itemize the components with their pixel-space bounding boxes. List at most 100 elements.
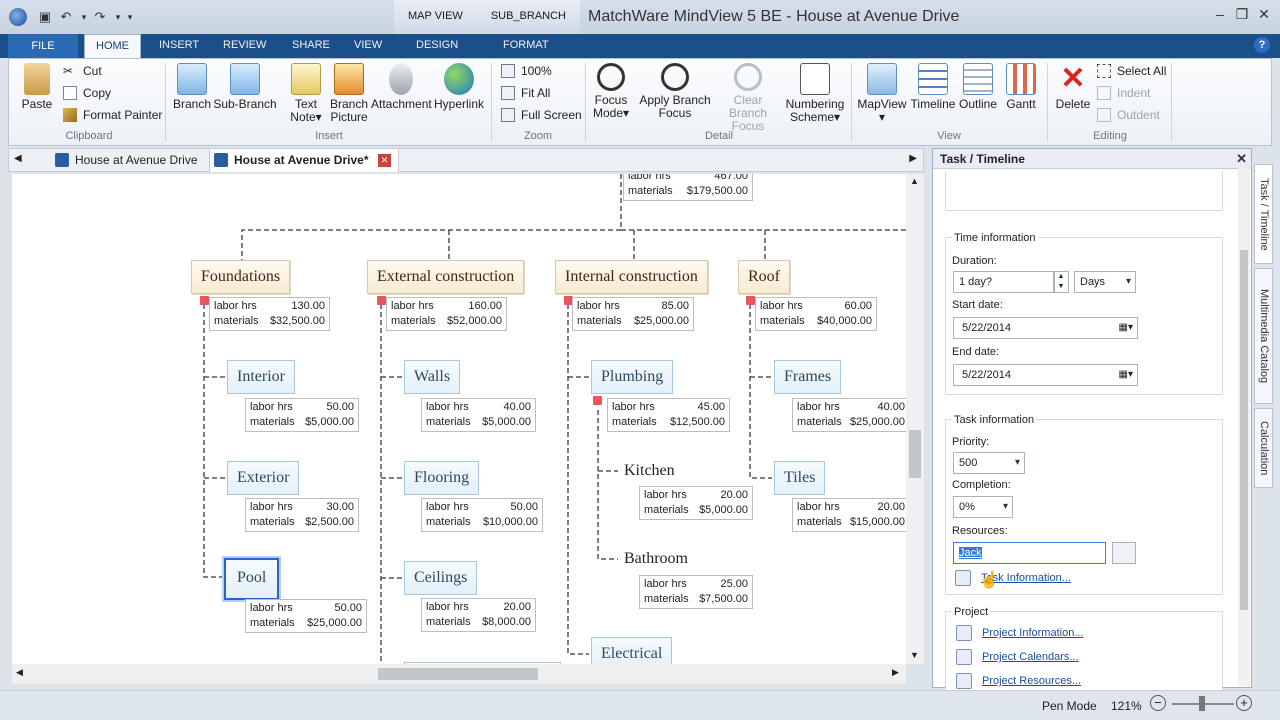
topic-internal-construction[interactable]: Internal construction (555, 260, 708, 294)
duration-unit-select[interactable]: Days (1074, 271, 1136, 293)
start-date-input[interactable]: 5/22/2014 ▦▾ (953, 317, 1138, 339)
side-tab-multimedia-catalog[interactable]: Multimedia Catalog (1254, 268, 1273, 404)
subtopic-walls[interactable]: Walls (404, 360, 461, 394)
pen-mode-label[interactable]: Pen Mode (1042, 699, 1097, 713)
task-information-link[interactable]: Task Information... (955, 570, 1071, 586)
completion-select[interactable]: 0% (953, 496, 1013, 518)
redo-icon[interactable]: ↷ (92, 9, 108, 25)
app-logo-icon[interactable] (9, 8, 27, 26)
topic-roof[interactable]: Roof (738, 260, 790, 294)
tabs-scroll-right-icon[interactable]: ▶ (909, 153, 917, 164)
zoom-in-icon[interactable]: + (1236, 695, 1252, 711)
hyperlink-button[interactable]: Hyperlink (433, 63, 485, 111)
paste-button[interactable]: Paste (19, 63, 55, 111)
topic-foundations[interactable]: Foundations (191, 260, 291, 294)
resources-input[interactable]: Jack (953, 542, 1106, 564)
sub-branch-button[interactable]: Sub-Branch (213, 63, 277, 111)
calendar-icon[interactable]: ▦▾ (1119, 318, 1133, 338)
tab-file[interactable]: FILE (8, 34, 78, 58)
scroll-thumb[interactable] (1240, 250, 1248, 610)
close-window-icon[interactable]: ✕ (1256, 6, 1272, 22)
numbering-scheme-button[interactable]: Numbering Scheme▾ (785, 63, 845, 124)
zoom-slider-thumb[interactable] (1199, 696, 1205, 711)
tab-design[interactable]: DESIGN (416, 34, 458, 58)
indent-button[interactable]: Indent (1097, 85, 1150, 101)
tab-view[interactable]: VIEW (354, 34, 382, 58)
context-tab-sub-branch[interactable]: SUB_BRANCH (476, 0, 580, 34)
scroll-right-icon[interactable]: ▶ (892, 667, 899, 678)
timeline-button[interactable]: Timeline (909, 63, 957, 111)
vertical-scrollbar[interactable]: ▲ ▼ (906, 174, 924, 664)
gantt-button[interactable]: Gantt (1001, 63, 1041, 111)
subtopic-tiles[interactable]: Tiles (774, 461, 826, 495)
tab-insert[interactable]: INSERT (159, 34, 199, 58)
collapse-icon[interactable] (593, 396, 602, 405)
project-resources-link[interactable]: Project Resources... (956, 673, 1081, 689)
mind-map-canvas[interactable]: labor hrs 467.00 materials $179,500.00 Fou… (12, 174, 906, 664)
side-tab-task-timeline[interactable]: Task / Timeline (1254, 164, 1273, 264)
scroll-left-icon[interactable]: ◀ (16, 667, 23, 678)
zoom-out-icon[interactable]: − (1150, 695, 1166, 711)
subtopic-electrical[interactable]: Electrical (591, 637, 673, 664)
outline-button[interactable]: Outline (957, 63, 999, 111)
subtopic-ceilings[interactable]: Ceilings (404, 561, 478, 595)
undo-dropdown-icon[interactable]: ▾ (76, 9, 92, 25)
tab-format[interactable]: FORMAT (503, 34, 549, 58)
project-information-link[interactable]: Project Information... (956, 625, 1084, 641)
apply-branch-focus-button[interactable]: Apply Branch Focus (639, 63, 711, 120)
scroll-down-icon[interactable]: ▼ (910, 650, 919, 660)
attachment-button[interactable]: Attachment (371, 63, 432, 111)
subtopic-interior[interactable]: Interior (227, 360, 295, 394)
tab-home[interactable]: HOME (84, 34, 141, 59)
full-screen-button[interactable]: Full Screen (501, 107, 582, 123)
topic-external-construction[interactable]: External construction (367, 260, 525, 294)
mapview-button[interactable]: MapView ▾ (857, 63, 907, 124)
doc-tab-1[interactable]: House at Avenue Drive (51, 149, 201, 172)
end-date-input[interactable]: 5/22/2014 ▦▾ (953, 364, 1138, 386)
collapse-icon[interactable] (200, 296, 209, 305)
resources-picker-icon[interactable] (1112, 542, 1136, 564)
collapse-icon[interactable] (746, 296, 755, 305)
subtopic-frames[interactable]: Frames (774, 360, 842, 394)
subtopic-flooring[interactable]: Flooring (404, 461, 480, 495)
cut-button[interactable]: ✂ Cut (63, 63, 102, 79)
calendar-icon[interactable]: ▦▾ (1119, 365, 1133, 385)
context-tab-map-view[interactable]: MAP VIEW (394, 0, 477, 34)
clear-branch-focus-button[interactable]: Clear Branch Focus (713, 63, 783, 133)
focus-mode-button[interactable]: Focus Mode▾ (591, 63, 631, 120)
subtopic-plumbing[interactable]: Plumbing (591, 360, 674, 394)
tab-share[interactable]: SHARE (292, 34, 330, 58)
side-tab-calculation[interactable]: Calculation (1254, 408, 1273, 488)
customize-qat-icon[interactable]: ▾ (122, 9, 138, 25)
minimize-icon[interactable]: – (1212, 6, 1228, 22)
branch-picture-button[interactable]: Branch Picture (329, 63, 369, 124)
undo-icon[interactable]: ↶ (58, 9, 74, 25)
collapse-icon[interactable] (377, 296, 386, 305)
scroll-thumb[interactable] (909, 430, 921, 478)
doc-tab-2-active[interactable]: House at Avenue Drive* ✕ (209, 149, 399, 172)
branch-button[interactable]: Branch (173, 63, 211, 111)
close-pane-icon[interactable]: ✕ (1236, 151, 1247, 167)
close-tab-icon[interactable]: ✕ (378, 154, 391, 167)
restore-icon[interactable]: ❐ (1234, 6, 1250, 22)
horizontal-scrollbar[interactable]: ◀ ▶ (12, 664, 906, 684)
format-painter-button[interactable]: Format Painter (63, 107, 162, 123)
pane-scrollbar[interactable] (1238, 168, 1250, 686)
priority-select[interactable]: 500 (953, 452, 1025, 474)
duration-spinner[interactable]: ▲ ▼ (1053, 271, 1069, 293)
fit-all-button[interactable]: Fit All (501, 85, 550, 101)
help-icon[interactable]: ? (1254, 37, 1270, 53)
subtopic-kitchen[interactable]: Kitchen (624, 462, 675, 480)
subtopic-pool-selected[interactable]: Pool (224, 558, 280, 600)
delete-button[interactable]: ✕ Delete (1053, 63, 1093, 111)
save-icon[interactable]: ▣ (37, 9, 53, 25)
subtopic-bathroom[interactable]: Bathroom (624, 550, 688, 568)
subtopic-exterior[interactable]: Exterior (227, 461, 300, 495)
project-calendars-link[interactable]: Project Calendars... (956, 649, 1079, 665)
duration-input[interactable]: 1 day? (953, 271, 1055, 293)
text-note-button[interactable]: Text Note▾ (285, 63, 327, 124)
tab-review[interactable]: REVIEW (223, 34, 266, 58)
scroll-up-icon[interactable]: ▲ (910, 176, 919, 186)
zoom-100-button[interactable]: 100% (501, 63, 552, 79)
outdent-button[interactable]: Outdent (1097, 107, 1160, 123)
